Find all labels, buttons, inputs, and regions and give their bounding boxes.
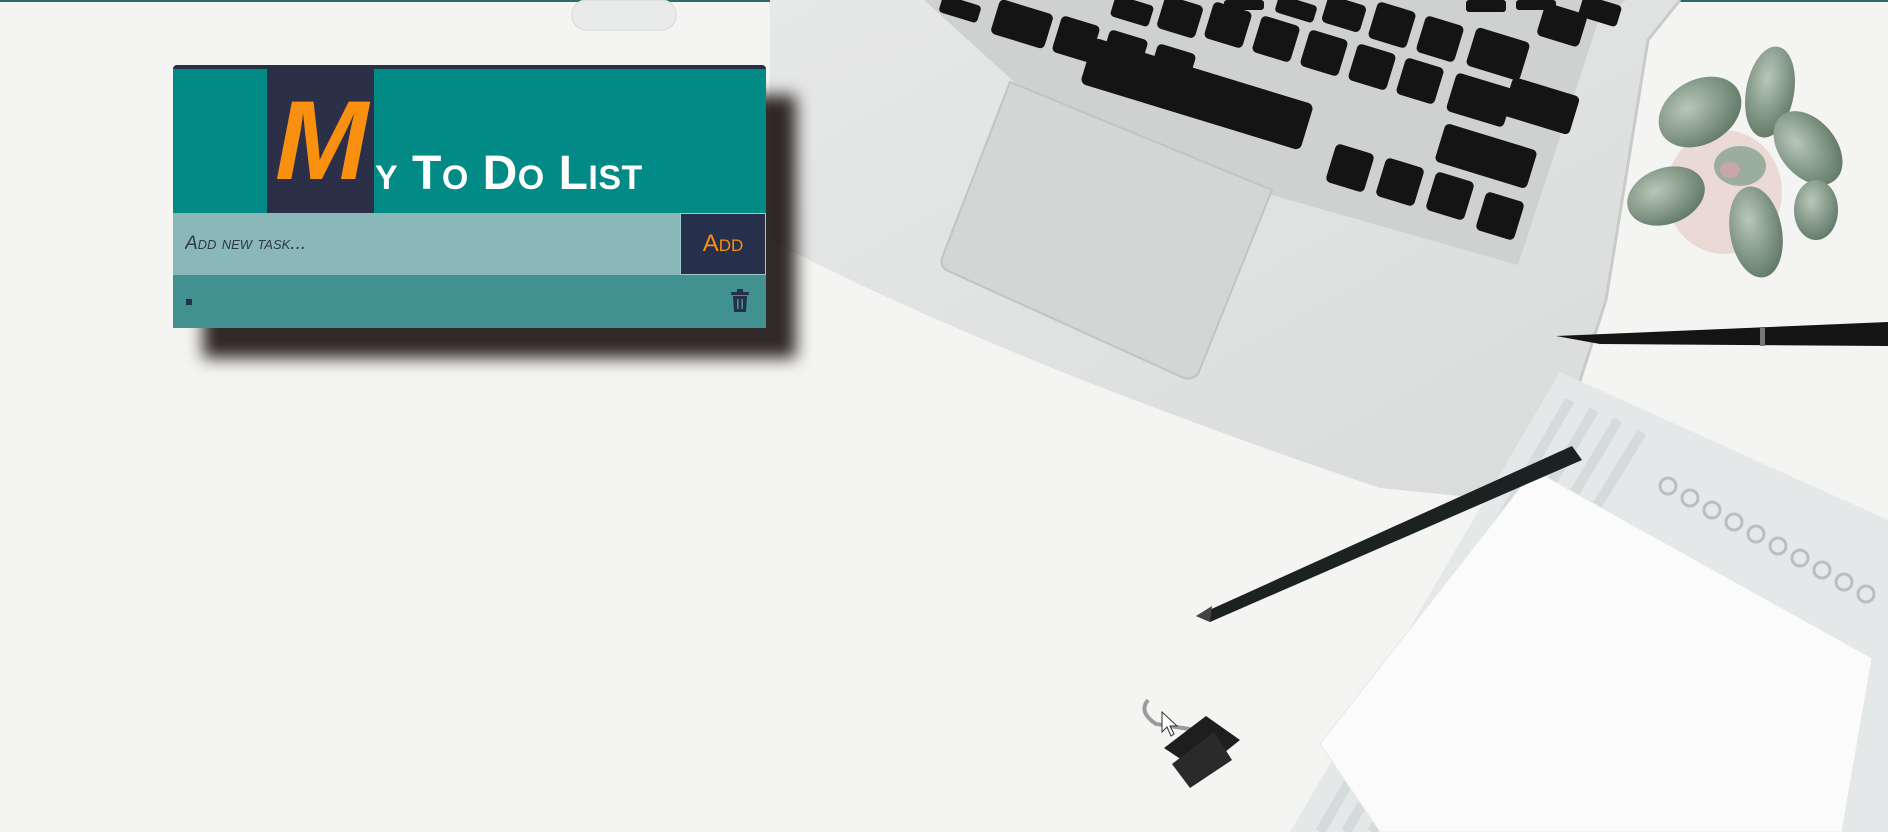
list-item xyxy=(173,275,766,328)
binder-clip xyxy=(1142,698,1240,788)
page-title: y To Do List xyxy=(375,147,643,200)
pen xyxy=(1556,322,1888,346)
todo-card: M y To Do List Add xyxy=(173,65,766,328)
title-initial: M xyxy=(275,78,368,203)
add-task-button[interactable]: Add xyxy=(680,213,766,275)
new-task-input[interactable] xyxy=(173,213,680,275)
task-bullet xyxy=(186,299,192,305)
plant xyxy=(1627,46,1843,278)
trash-icon[interactable] xyxy=(730,289,750,313)
mouse-pointer-icon xyxy=(1161,710,1179,737)
todo-header: M y To Do List xyxy=(173,69,766,213)
new-task-row: Add xyxy=(173,213,766,275)
